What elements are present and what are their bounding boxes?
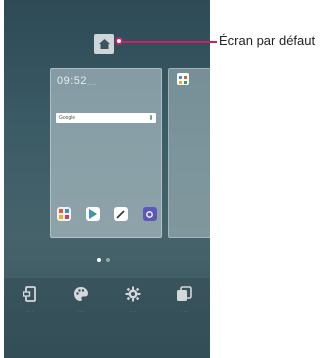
callout-label: Écran par défaut — [219, 33, 316, 48]
mic-icon — [150, 115, 152, 120]
home-screen-preview-next[interactable] — [168, 68, 210, 238]
home-icon — [98, 39, 110, 49]
widgets-label: · · · — [26, 309, 33, 314]
preview-search-bar: Google — [56, 113, 156, 123]
wallpaper-icon — [175, 285, 193, 303]
themes-menu-item[interactable]: · · · — [58, 285, 104, 314]
settings-label: · · · — [129, 309, 136, 314]
callout-leader-line — [123, 41, 217, 43]
settings-app-icon: · · · — [142, 207, 157, 226]
palette-icon — [72, 285, 90, 303]
page-indicator[interactable] — [97, 258, 110, 262]
page-dot[interactable] — [106, 258, 110, 262]
home-screen-preview-main[interactable]: 09:52 — — Google · · · · · · · · · · · · — [50, 68, 162, 238]
themes-label: · · · — [78, 309, 85, 314]
app-grid-icon: · · · — [57, 207, 71, 226]
default-home-button[interactable] — [94, 34, 114, 54]
widgets-icon — [21, 285, 39, 303]
edit-menu: · · · · · · · · · · · · — [4, 285, 210, 314]
preview-date: — — — [87, 81, 97, 86]
callout-marker — [115, 37, 123, 45]
play-store-icon: · · · — [85, 207, 100, 226]
page-dot-current[interactable] — [97, 258, 101, 262]
preview-widget-icon — [177, 73, 189, 85]
preview-app-row: · · · · · · · · · · · · — [57, 207, 157, 226]
gear-icon — [124, 285, 142, 303]
wallpaper-menu-item[interactable]: · · · — [161, 285, 207, 314]
wallpaper-label: · · · — [181, 309, 188, 314]
settings-menu-item[interactable]: · · · — [110, 285, 156, 314]
pen-icon: · · · — [114, 207, 129, 226]
widgets-menu-item[interactable]: · · · — [7, 285, 53, 314]
phone-screen: 09:52 — — Google · · · · · · · · · · · · — [4, 0, 210, 358]
preview-search-logo: Google — [59, 115, 76, 121]
preview-clock: 09:52 — [57, 75, 88, 87]
